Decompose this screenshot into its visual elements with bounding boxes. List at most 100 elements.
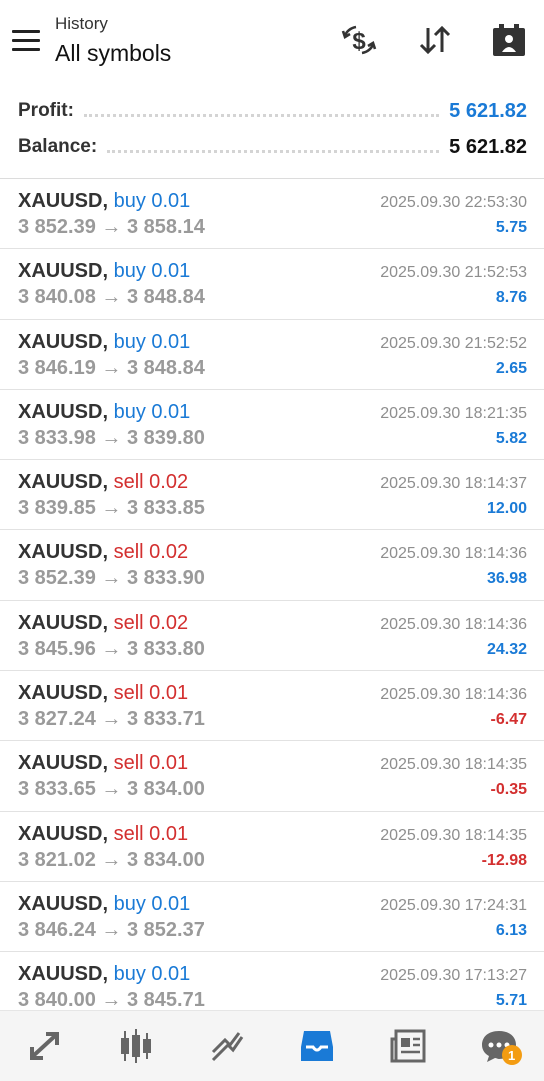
trade-symbol-text: XAUUSD,: [18, 752, 109, 775]
trade-symbol: XAUUSD, buy 0.01: [18, 190, 190, 213]
trade-row[interactable]: XAUUSD, buy 0.01 3 840.08 → 3 848.84 2025.…: [0, 249, 544, 320]
trade-profit: -0.35: [490, 781, 527, 799]
trade-symbol-text: XAUUSD,: [18, 330, 109, 353]
trade-history-list[interactable]: XAUUSD, buy 0.01 3 852.39 → 3 858.14 2025.…: [0, 179, 544, 1010]
trade-row[interactable]: XAUUSD, sell 0.02 3 852.39 → 3 833.90 2025…: [0, 530, 544, 601]
balance-value: 5 621.82: [449, 135, 527, 158]
calendar-icon[interactable]: [490, 22, 528, 58]
trade-side: buy 0.01: [113, 892, 191, 915]
trade-prices: 3 845.96 → 3 833.80: [18, 637, 205, 660]
trade-row[interactable]: XAUUSD, sell 0.01 3 821.02 → 3 834.00 2025…: [0, 812, 544, 882]
trade-side: buy 0.01: [113, 330, 191, 353]
trade-time: 2025.09.30 21:52:53: [380, 264, 527, 282]
profit-dots: [83, 113, 440, 117]
trade-side: sell 0.01: [113, 682, 189, 705]
trade-side: sell 0.01: [113, 752, 189, 775]
trade-prices: 3 846.24 → 3 852.37: [18, 918, 205, 941]
trade-symbol-text: XAUUSD,: [18, 611, 109, 634]
trade-profit: -6.47: [490, 711, 527, 729]
trade-symbol: XAUUSD, sell 0.01: [18, 752, 188, 775]
sort-icon[interactable]: [416, 22, 454, 58]
trade-profit: 2.65: [495, 359, 527, 377]
trade-profit: 12.00: [486, 500, 527, 518]
trade-side: buy 0.01: [113, 963, 191, 986]
trade-symbol: XAUUSD, sell 0.01: [18, 682, 188, 705]
trade-prices: 3 827.24 → 3 833.71: [18, 708, 205, 731]
trade-symbol: XAUUSD, buy 0.01: [18, 401, 190, 424]
app-header: History All symbols $: [0, 0, 544, 88]
trade-symbol: XAUUSD, buy 0.01: [18, 260, 190, 283]
trade-time: 2025.09.30 18:14:35: [380, 826, 527, 844]
trade-symbol: XAUUSD, buy 0.01: [18, 893, 190, 916]
news-icon[interactable]: [383, 1021, 433, 1071]
trade-symbol: XAUUSD, sell 0.01: [18, 823, 188, 846]
trade-time: 2025.09.30 18:14:36: [380, 615, 527, 633]
trade-row[interactable]: XAUUSD, sell 0.01 3 827.24 → 3 833.71 2025…: [0, 671, 544, 742]
trade-side: sell 0.01: [113, 822, 189, 845]
trade-icon[interactable]: [202, 1021, 252, 1071]
trade-prices: 3 833.65 → 3 834.00: [18, 778, 205, 801]
header-title[interactable]: All symbols: [55, 40, 171, 67]
trade-profit: 8.76: [495, 289, 527, 307]
trade-symbol-text: XAUUSD,: [18, 822, 109, 845]
trade-prices: 3 852.39 → 3 833.90: [18, 567, 205, 590]
trade-row[interactable]: XAUUSD, buy 0.01 3 833.98 → 3 839.80 2025.…: [0, 390, 544, 461]
trade-symbol-text: XAUUSD,: [18, 400, 109, 423]
trade-time: 2025.09.30 18:21:35: [380, 404, 527, 422]
trade-symbol-text: XAUUSD,: [18, 260, 109, 283]
account-summary: Profit: 5 621.82 Balance: 5 621.82: [0, 92, 544, 176]
trade-row[interactable]: XAUUSD, buy 0.01 3 846.19 → 3 848.84 2025.…: [0, 320, 544, 390]
trade-profit: 36.98: [486, 570, 527, 588]
quotes-icon[interactable]: [20, 1021, 70, 1071]
history-icon[interactable]: [292, 1021, 342, 1071]
trade-profit: 5.71: [495, 992, 527, 1010]
balance-dots: [107, 149, 440, 153]
trade-prices: 3 846.19 → 3 848.84: [18, 356, 205, 379]
trade-prices: 3 840.00 → 3 845.71: [18, 989, 205, 1010]
trade-profit: -12.98: [481, 851, 527, 869]
trade-symbol-text: XAUUSD,: [18, 541, 109, 564]
trade-prices: 3 840.08 → 3 848.84: [18, 286, 205, 309]
bottom-navigation: 1: [0, 1010, 544, 1081]
messages-icon[interactable]: 1: [474, 1021, 524, 1071]
trade-symbol-text: XAUUSD,: [18, 471, 109, 494]
trade-row[interactable]: XAUUSD, sell 0.02 3 845.96 → 3 833.80 2025…: [0, 601, 544, 672]
trade-side: buy 0.01: [113, 400, 191, 423]
trade-side: buy 0.01: [113, 190, 191, 212]
profit-value: 5 621.82: [449, 99, 527, 122]
trade-symbol-text: XAUUSD,: [18, 682, 109, 705]
trade-symbol: XAUUSD, buy 0.01: [18, 963, 190, 986]
trade-symbol-text: XAUUSD,: [18, 190, 109, 212]
menu-icon[interactable]: [12, 30, 40, 52]
trade-profit: 6.13: [495, 921, 527, 939]
trade-row[interactable]: XAUUSD, sell 0.01 3 833.65 → 3 834.00 2025…: [0, 741, 544, 812]
trade-side: buy 0.01: [113, 260, 191, 283]
deposit-withdraw-icon[interactable]: $: [340, 22, 378, 58]
trade-prices: 3 852.39 → 3 858.14: [18, 216, 205, 238]
trade-prices: 3 833.98 → 3 839.80: [18, 426, 205, 449]
svg-text:$: $: [352, 28, 366, 55]
trade-side: sell 0.02: [113, 471, 189, 494]
balance-label: Balance:: [18, 136, 98, 157]
chart-icon[interactable]: [111, 1021, 161, 1071]
trade-symbol: XAUUSD, sell 0.02: [18, 612, 188, 635]
trade-row[interactable]: XAUUSD, buy 0.01 3 846.24 → 3 852.37 2025.…: [0, 882, 544, 953]
trade-row[interactable]: XAUUSD, buy 0.01 3 840.00 → 3 845.71 2025.…: [0, 952, 544, 1010]
trade-profit: 5.82: [495, 429, 527, 447]
trade-row[interactable]: XAUUSD, sell 0.02 3 839.85 → 3 833.85 2025…: [0, 460, 544, 531]
messages-badge: 1: [501, 1045, 522, 1065]
profit-row: Profit: 5 621.82: [18, 94, 527, 128]
header-subtitle: History: [55, 14, 108, 33]
trade-time: 2025.09.30 17:13:27: [380, 967, 527, 985]
trade-symbol: XAUUSD, buy 0.01: [18, 331, 190, 354]
trade-time: 2025.09.30 21:52:52: [380, 334, 527, 352]
trade-time: 2025.09.30 18:14:37: [380, 475, 527, 493]
balance-row: Balance: 5 621.82: [18, 130, 527, 164]
profit-label: Profit:: [18, 100, 74, 121]
trade-symbol: XAUUSD, sell 0.02: [18, 541, 188, 564]
trade-time: 2025.09.30 18:14:35: [380, 756, 527, 774]
trade-time: 2025.09.30 22:53:30: [380, 194, 527, 211]
trade-profit: 5.75: [495, 219, 527, 236]
trade-side: sell 0.02: [113, 541, 189, 564]
trade-row[interactable]: XAUUSD, buy 0.01 3 852.39 → 3 858.14 2025.…: [0, 179, 544, 250]
